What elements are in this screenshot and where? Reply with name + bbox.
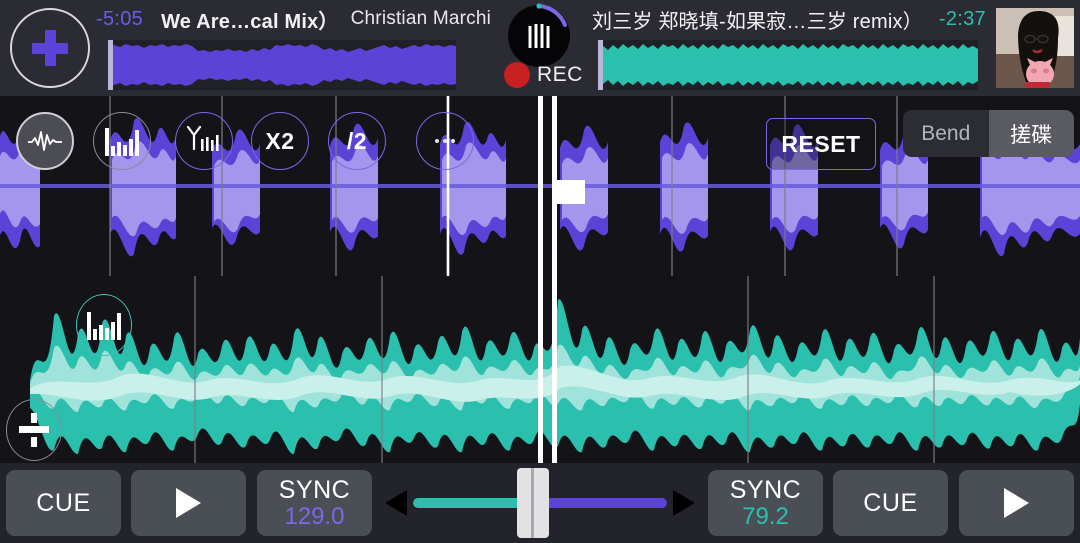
- dj-app-root: -5:05 We Are…cal Mix） Christian Marchi R…: [0, 0, 1080, 543]
- mode-toggle-bend[interactable]: Bend: [903, 110, 989, 157]
- mode-toggle-scratch[interactable]: 搓碟: [988, 110, 1074, 157]
- right-time-remaining: -2:37: [938, 7, 986, 30]
- right-overview-playhead: [598, 40, 603, 90]
- add-track-button[interactable]: [10, 8, 90, 88]
- reset-label: RESET: [781, 130, 861, 157]
- right-bpm-value: 79.2: [742, 502, 789, 530]
- left-track-artist: Christian Marchi: [350, 8, 492, 29]
- toolbar-double-label: X2: [265, 127, 295, 154]
- crossfader-handle[interactable]: [517, 468, 549, 538]
- play-icon: [176, 488, 201, 518]
- toolbar-half-label: /2: [346, 127, 368, 154]
- playhead-secondary: [552, 96, 557, 463]
- toolbar-waveform-button[interactable]: [16, 112, 74, 170]
- arrow-left-icon[interactable]: [385, 490, 407, 516]
- left-time-remaining: -5:05: [96, 7, 144, 30]
- right-cue-button[interactable]: CUE: [833, 470, 948, 536]
- header-bar: -5:05 We Are…cal Mix） Christian Marchi R…: [0, 0, 1080, 96]
- cue-marker-flag[interactable]: [557, 180, 585, 204]
- record-button[interactable]: REC: [504, 62, 583, 88]
- transport-bar: CUE SYNC 129.0 SYNC 79.2 CUE: [0, 463, 1080, 543]
- left-play-button[interactable]: [131, 470, 246, 536]
- reset-button[interactable]: RESET: [766, 118, 876, 170]
- left-sync-button[interactable]: SYNC 129.0: [257, 470, 372, 536]
- right-sync-label: SYNC: [729, 475, 802, 504]
- level-bars-icon: [528, 24, 550, 48]
- mode-toggle[interactable]: Bend 搓碟: [903, 110, 1074, 157]
- waveform-pulse-icon: [28, 131, 62, 151]
- left-deck-info: -5:05 We Are…cal Mix） Christian Marchi: [96, 4, 496, 34]
- toolbar-more-button[interactable]: [416, 112, 474, 170]
- toolbar-bpm-button[interactable]: [175, 112, 233, 170]
- playhead-primary: [538, 96, 543, 463]
- crossfader-track-right: [540, 498, 667, 508]
- mode-toggle-scratch-label: 搓碟: [1010, 123, 1053, 147]
- record-dot-icon: [504, 62, 530, 88]
- record-label: REC: [537, 63, 583, 86]
- right-overview-svg: [598, 40, 978, 90]
- left-cue-button[interactable]: CUE: [6, 470, 121, 536]
- user-avatar[interactable]: [996, 8, 1074, 88]
- arrow-right-icon[interactable]: [673, 490, 695, 516]
- play-icon: [1004, 488, 1029, 518]
- beat-bars-icon: [105, 126, 139, 156]
- record-cluster: REC: [500, 0, 592, 96]
- plus-icon-bar: [32, 42, 68, 54]
- eq-divide-icon: [19, 413, 49, 447]
- toolbar-half-button[interactable]: /2: [328, 112, 386, 170]
- right-play-button[interactable]: [959, 470, 1074, 536]
- right-overview-waveform[interactable]: [598, 40, 978, 90]
- beat-bars-icon: [87, 310, 121, 340]
- left-bpm-value: 129.0: [284, 502, 345, 530]
- left-cue-label: CUE: [36, 488, 91, 517]
- bpm-tap-icon: [186, 125, 219, 151]
- right-cue-label: CUE: [863, 488, 918, 517]
- toolbar-double-button[interactable]: X2: [251, 112, 309, 170]
- left-overview-svg: [108, 40, 456, 90]
- deck-eq-button[interactable]: [6, 399, 62, 461]
- left-overview-playhead: [108, 40, 113, 90]
- right-track-title: 刘三岁 郑晓填-如果寂…三岁 remix）: [592, 10, 923, 33]
- record-level-knob[interactable]: [508, 3, 570, 67]
- mode-toggle-bend-label: Bend: [921, 121, 971, 145]
- right-deck-info: 刘三岁 郑晓填-如果寂…三岁 remix） -2:37: [592, 4, 990, 34]
- left-track-title: We Are…cal Mix）: [161, 10, 339, 33]
- deck-beatgrid-button[interactable]: [76, 294, 132, 356]
- left-sync-label: SYNC: [278, 475, 351, 504]
- avatar-image: [996, 8, 1074, 88]
- toolbar-beatgrid-button[interactable]: [93, 112, 151, 170]
- ellipsis-icon: [435, 139, 455, 143]
- crossfader[interactable]: [385, 468, 695, 538]
- right-sync-button[interactable]: SYNC 79.2: [708, 470, 823, 536]
- left-overview-waveform[interactable]: [108, 40, 456, 90]
